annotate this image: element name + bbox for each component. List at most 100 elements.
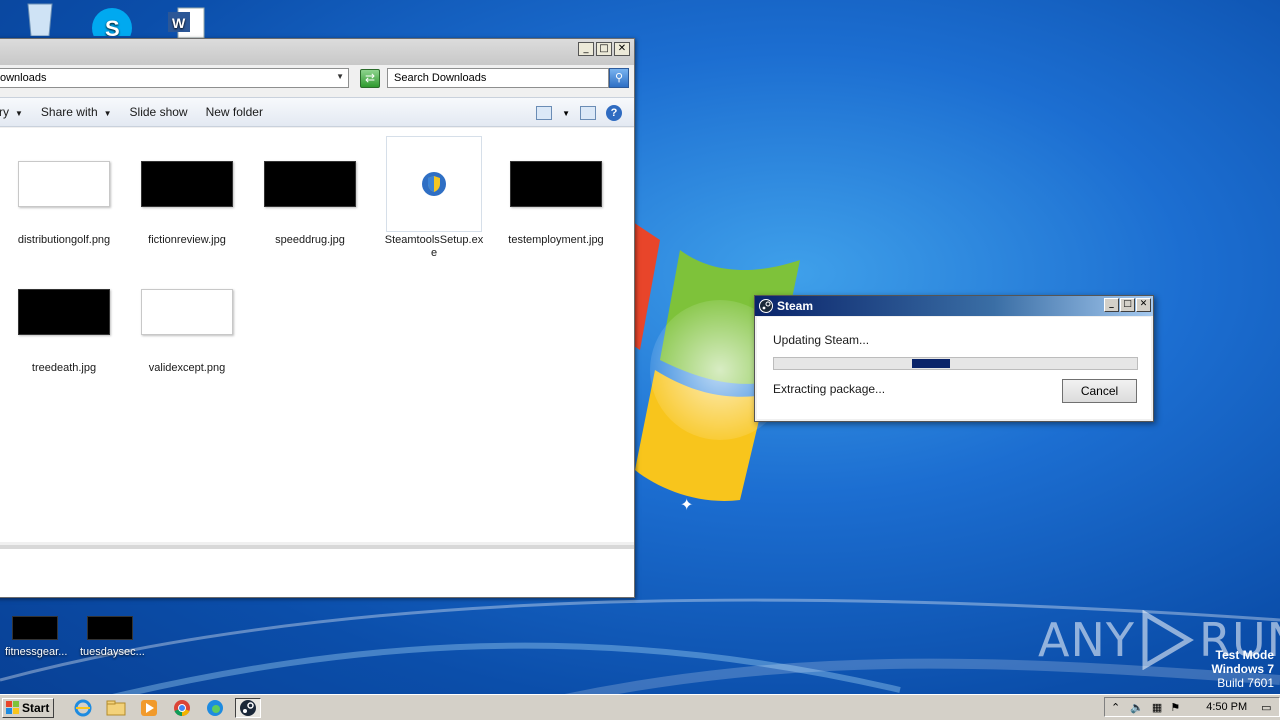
close-button[interactable]: ✕ xyxy=(614,42,630,56)
steam-body: Updating Steam... Extracting package... … xyxy=(757,317,1151,419)
image-thumbnail-icon xyxy=(18,289,110,335)
desktop-file-label: tuesdaysec... xyxy=(80,646,145,658)
file-name: distributiongolf.png xyxy=(17,234,111,246)
file-name: SteamtoolsSetup.exe xyxy=(384,234,484,259)
installer-shield-icon xyxy=(386,136,482,232)
preview-pane-icon[interactable] xyxy=(580,106,596,120)
desktop-file-fitnessgear[interactable]: fitnessgear... xyxy=(5,616,68,658)
file-item[interactable]: distributiongolf.png xyxy=(14,136,114,247)
image-thumbnail-icon xyxy=(510,161,602,207)
chevron-down-icon: ▼ xyxy=(15,109,23,118)
image-thumbnail-icon xyxy=(12,616,58,640)
command-toolbar: ry ▼ Share with ▼ Slide show New folder ▼ … xyxy=(0,97,634,127)
close-button[interactable]: ✕ xyxy=(1136,298,1151,312)
desktop-file-label: fitnessgear... xyxy=(5,646,68,658)
start-label: Start xyxy=(22,700,50,715)
action-center-flag-icon[interactable]: ⚑ xyxy=(1170,701,1180,714)
file-item[interactable]: validexcept.png xyxy=(137,264,237,375)
maximize-button[interactable]: □ xyxy=(596,42,612,56)
clock[interactable]: 4:50 PM xyxy=(1206,701,1247,713)
caption-buttons: _ □ ✕ xyxy=(1104,298,1151,312)
explorer-window: _ □ ✕ ownloads ▼ ⇄ Search Downloads ⚲ ry… xyxy=(0,38,635,598)
steam-icon xyxy=(759,299,773,316)
chevron-down-icon[interactable]: ▼ xyxy=(562,109,570,118)
test-mode-line1: Test Mode xyxy=(1215,648,1274,662)
recycle-bin-icon[interactable] xyxy=(10,0,70,37)
details-pane xyxy=(0,545,634,597)
svg-text:S: S xyxy=(105,16,120,36)
steam-titlebar[interactable]: Steam _ □ ✕ xyxy=(755,296,1153,316)
file-item[interactable]: speeddrug.jpg xyxy=(260,136,360,247)
show-desktop-icon[interactable]: ▭ xyxy=(1261,701,1271,714)
share-with-label: Share with xyxy=(40,105,98,119)
image-thumbnail-icon xyxy=(87,616,133,640)
network-icon[interactable]: ▦ xyxy=(1152,701,1162,714)
share-with-menu[interactable]: Share with ▼ xyxy=(41,105,112,119)
steam-icon xyxy=(240,699,256,716)
search-icon[interactable]: ⚲ xyxy=(609,68,629,88)
address-bar: ownloads ▼ ⇄ Search Downloads ⚲ xyxy=(0,67,634,93)
quick-launch xyxy=(70,697,261,718)
minimize-button[interactable]: _ xyxy=(578,42,594,56)
chevron-down-icon: ▼ xyxy=(103,109,112,118)
start-button[interactable]: Start xyxy=(2,697,54,718)
desktop-file-tuesdaysec[interactable]: tuesdaysec... xyxy=(80,616,145,658)
search-placeholder: Search Downloads xyxy=(394,72,487,84)
watermark-left: ANY xyxy=(1038,613,1135,667)
organize-label: ry xyxy=(0,105,9,119)
edge-icon[interactable] xyxy=(202,698,228,718)
address-text: ownloads xyxy=(0,72,47,84)
minimize-button[interactable]: _ xyxy=(1104,298,1119,312)
system-tray: ⌃ 🔈 ▦ ⚑ 4:50 PM ▭ xyxy=(1104,697,1280,717)
svg-text:W: W xyxy=(172,15,186,31)
svg-text:✦: ✦ xyxy=(680,497,693,514)
view-controls: ▼ ? xyxy=(536,105,622,121)
steam-title: Steam xyxy=(777,299,814,313)
new-folder-button[interactable]: New folder xyxy=(206,105,263,119)
refresh-icon[interactable]: ⇄ xyxy=(360,69,380,88)
update-status: Updating Steam... xyxy=(773,333,870,347)
steam-taskbar-button[interactable] xyxy=(235,697,261,718)
change-view-icon[interactable] xyxy=(536,106,553,120)
explorer-icon[interactable] xyxy=(103,698,129,718)
file-item[interactable]: SteamtoolsSetup.exe xyxy=(384,136,484,260)
windows-flag-icon xyxy=(6,700,19,714)
show-hidden-icons-icon[interactable]: ⌃ xyxy=(1111,701,1120,714)
file-name: fictionreview.jpg xyxy=(148,234,226,246)
file-name: speeddrug.jpg xyxy=(275,234,345,246)
image-thumbnail-icon xyxy=(264,161,356,207)
caption-buttons: _ □ ✕ xyxy=(578,42,630,56)
test-mode-line3: Build 7601 xyxy=(1217,676,1274,690)
image-thumbnail-icon xyxy=(141,161,233,207)
cancel-button[interactable]: Cancel xyxy=(1062,379,1137,403)
address-field[interactable]: ownloads ▼ xyxy=(0,68,349,88)
slide-show-button[interactable]: Slide show xyxy=(130,105,188,119)
file-item[interactable]: treedeath.jpg xyxy=(14,264,114,375)
word-icon[interactable]: W xyxy=(158,0,218,39)
help-icon[interactable]: ? xyxy=(606,105,622,121)
file-view: distributiongolf.png fictionreview.jpg s… xyxy=(0,128,634,542)
chevron-down-icon[interactable]: ▼ xyxy=(336,72,344,81)
file-name: treedeath.jpg xyxy=(31,362,97,374)
media-player-icon[interactable] xyxy=(136,698,162,718)
volume-icon[interactable]: 🔈 xyxy=(1130,701,1144,714)
explorer-titlebar[interactable]: _ □ ✕ xyxy=(0,39,634,65)
internet-explorer-icon[interactable] xyxy=(70,698,96,718)
steam-dialog: Steam _ □ ✕ Updating Steam... Extracting… xyxy=(754,295,1154,422)
test-mode-line2: Windows 7 xyxy=(1211,662,1274,676)
organize-menu[interactable]: ry ▼ xyxy=(0,105,23,119)
search-input[interactable]: Search Downloads xyxy=(387,68,609,88)
file-name: validexcept.png xyxy=(148,362,226,374)
skype-icon[interactable]: S xyxy=(82,0,142,48)
progress-fill xyxy=(911,359,951,368)
file-item[interactable]: testemployment.jpg xyxy=(506,136,606,247)
update-substatus: Extracting package... xyxy=(773,382,886,396)
file-item[interactable]: fictionreview.jpg xyxy=(137,136,237,247)
maximize-button[interactable]: □ xyxy=(1120,298,1135,312)
file-name: testemployment.jpg xyxy=(508,234,604,246)
progress-bar xyxy=(773,357,1138,370)
image-thumbnail-icon xyxy=(18,161,110,207)
play-icon xyxy=(1142,610,1194,670)
chrome-icon[interactable] xyxy=(169,698,195,718)
image-thumbnail-icon xyxy=(141,289,233,335)
